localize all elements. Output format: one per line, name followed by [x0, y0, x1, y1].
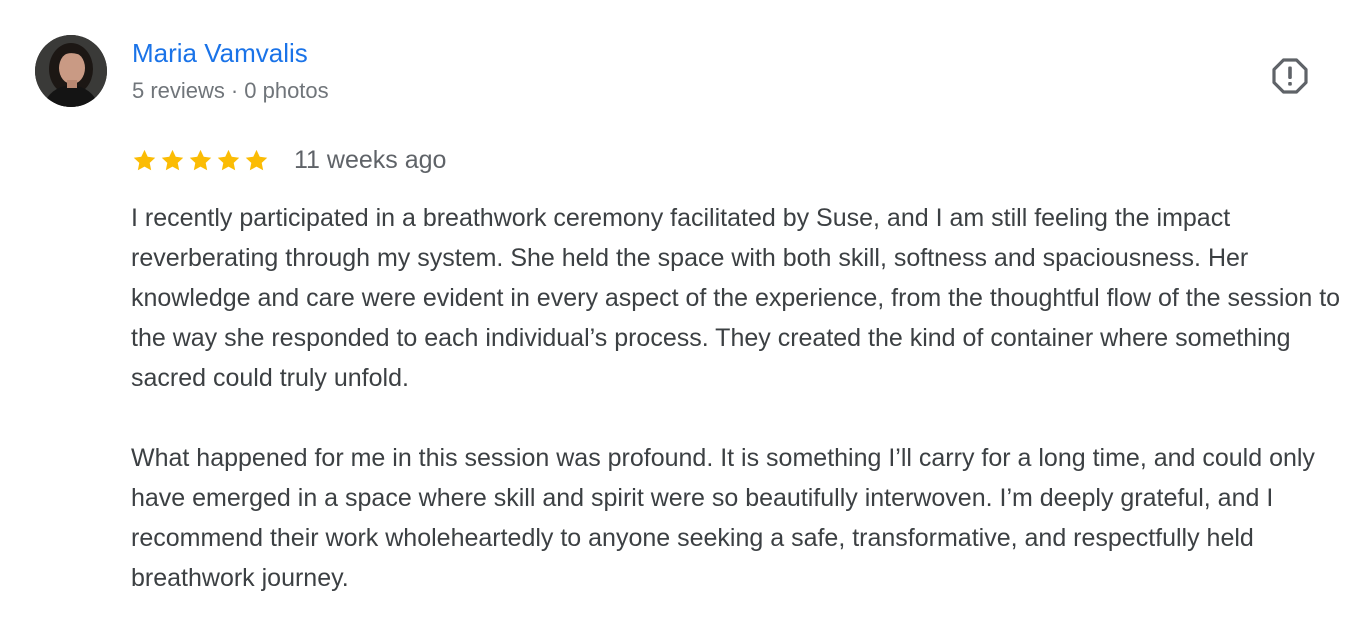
reviewer-name-link[interactable]: Maria Vamvalis: [132, 36, 308, 70]
review-paragraph-1: I recently participated in a breathwork …: [131, 204, 1341, 392]
star-icon: [245, 149, 268, 170]
review-date: 11 weeks ago: [294, 146, 447, 174]
star-rating: [132, 148, 269, 173]
avatar-image: [35, 35, 107, 107]
review-paragraph-2: What happened for me in this session was…: [131, 444, 1315, 592]
star-icon: [161, 149, 184, 170]
reviewer-meta: 5 reviews · 0 photos: [132, 76, 329, 106]
reviewer-avatar[interactable]: [35, 35, 107, 107]
star-icon: [217, 149, 240, 170]
review-card: Maria Vamvalis 5 reviews · 0 photos 11 wee…: [0, 0, 1371, 620]
photos-count: 0 photos: [244, 78, 329, 103]
meta-separator: ·: [230, 78, 239, 103]
report-review-button[interactable]: [1270, 56, 1310, 96]
report-flag-icon: [1272, 58, 1308, 94]
star-icon: [133, 149, 156, 170]
star-icon: [189, 149, 212, 170]
rating-row: 11 weeks ago: [132, 142, 446, 178]
review-text: I recently participated in a breathwork …: [131, 198, 1356, 598]
reviews-count: 5 reviews: [132, 78, 225, 103]
